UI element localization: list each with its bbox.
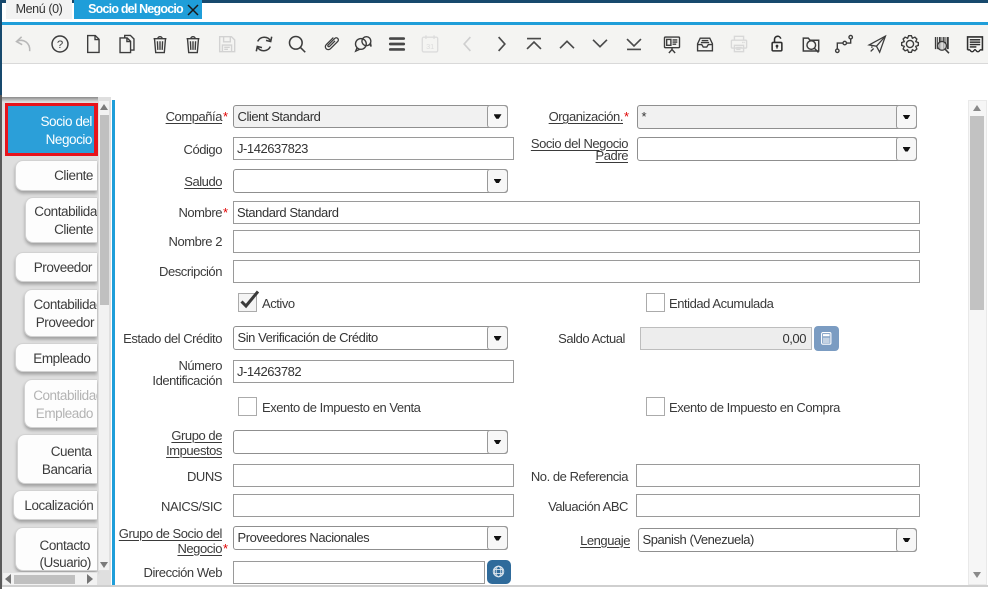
svg-text:31: 31 [426, 42, 434, 51]
svg-text:?: ? [56, 39, 62, 51]
